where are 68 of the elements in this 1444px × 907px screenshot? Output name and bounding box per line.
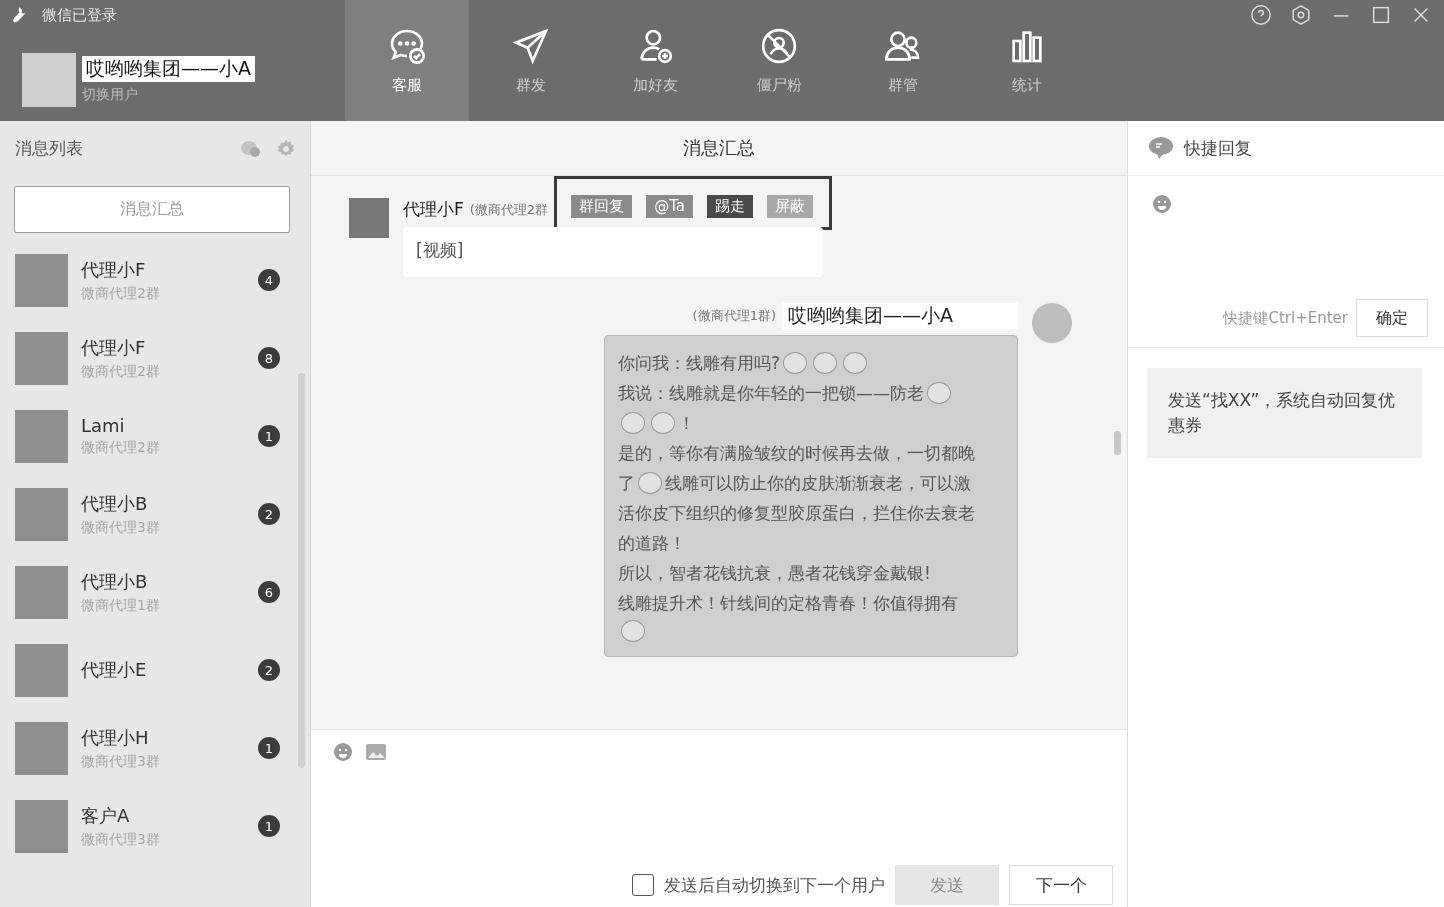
message-text: 线雕可以防止你的皮肤渐渐衰老，可以激 [665, 472, 971, 495]
unread-count: 4 [258, 269, 280, 291]
photo-placeholder [15, 487, 68, 541]
contact-item[interactable]: 代理小H 微商代理3群 1 [0, 709, 310, 787]
scrollbar[interactable] [1114, 431, 1121, 455]
action-button[interactable]: 踢走 [707, 194, 753, 218]
account-name: 哎哟哟集团——小A [82, 55, 255, 82]
nav-tab[interactable]: 僵尸粉 [717, 0, 841, 121]
smiley-icon[interactable] [1152, 194, 1172, 214]
contact-item[interactable]: 代理小E 2 [0, 631, 310, 709]
maximize-icon[interactable] [1370, 4, 1392, 26]
nav-tab[interactable]: 统计 [965, 0, 1089, 121]
message-text: 了 [618, 472, 635, 495]
checkbox-label: 发送后自动切换到下一个用户 [664, 873, 885, 897]
chat-title: 消息汇总 [683, 136, 755, 160]
photo-placeholder [15, 721, 68, 775]
photo-placeholder [15, 409, 68, 463]
chat-bubble-icon [1148, 136, 1174, 160]
quick-reply-item[interactable]: 发送“找XX”，系统自动回复优惠券 [1147, 368, 1422, 458]
group-label: (微商代理1群) [692, 307, 776, 325]
nav-tab[interactable]: 客服 [345, 0, 469, 121]
chat-bubble-icon[interactable] [240, 138, 262, 159]
checkbox[interactable] [632, 874, 654, 896]
confirm-button[interactable]: 确定 [1356, 299, 1428, 337]
message-text: 活你皮下组织的修复型胶原蛋白，拦住你去衰老 [618, 502, 975, 525]
help-icon[interactable] [1250, 4, 1272, 26]
unread-count: 6 [258, 581, 280, 603]
shortcut-hint: 快捷键Ctrl+Enter [1223, 308, 1348, 328]
contact-item[interactable]: 代理小F 微商代理2群 8 [0, 319, 310, 397]
message-text: 的道路！ [618, 532, 686, 555]
message-text: 是的，等你有满脸皱纹的时候再去做，一切都晚 [618, 442, 975, 465]
contact-item[interactable]: 代理小B 微商代理1群 6 [0, 553, 310, 631]
photo-placeholder [15, 253, 68, 307]
message-text: ！ [678, 412, 695, 435]
unread-count: 1 [258, 737, 280, 759]
panel-title: 快捷回复 [1184, 136, 1252, 160]
contact-item[interactable]: 代理小F 微商代理2群 4 [0, 241, 310, 319]
image-icon[interactable] [365, 742, 387, 762]
photo-placeholder [15, 565, 68, 619]
message-text: 我说：线雕就是你年轻的一把锁——防老 [618, 382, 924, 405]
photo-placeholder [15, 799, 68, 853]
gear-icon[interactable] [276, 138, 296, 159]
unread-count: 1 [258, 425, 280, 447]
window-title: 微信已登录 [42, 5, 117, 25]
user-avatar [1032, 303, 1072, 343]
photo-placeholder [15, 643, 68, 697]
smiley-icon[interactable] [333, 742, 353, 762]
contact-item[interactable]: Lami 微商代理2群 1 [0, 397, 310, 475]
next-button[interactable]: 下一个 [1009, 865, 1113, 905]
message-text: [视频] [416, 239, 464, 262]
photo-placeholder [349, 198, 389, 238]
photo-placeholder [15, 331, 68, 385]
unread-count: 8 [258, 347, 280, 369]
unread-count: 2 [258, 503, 280, 525]
sender-name: 代理小F [403, 198, 464, 221]
group-label: (微商代理2群 [469, 200, 549, 219]
scrollbar[interactable] [298, 373, 305, 768]
contact-item[interactable]: 客户A 微商代理3群 1 [0, 787, 310, 865]
sidebar-title: 消息列表 [15, 137, 84, 160]
user-avatar [22, 52, 76, 107]
unread-count: 1 [258, 815, 280, 837]
settings-icon[interactable] [1290, 4, 1312, 26]
message-text: 线雕提升术！针线间的定格青春！你值得拥有 [618, 592, 958, 615]
message-text: 所以，智者花钱抗衰，愚者花钱穿金戴银! [618, 562, 931, 585]
sender-name: 哎哟哟集团——小A [782, 303, 1018, 329]
message-text: 你问我：线雕有用吗? [618, 352, 781, 375]
unread-count: 2 [258, 659, 280, 681]
contact-item[interactable]: 代理小B 微商代理3群 2 [0, 475, 310, 553]
